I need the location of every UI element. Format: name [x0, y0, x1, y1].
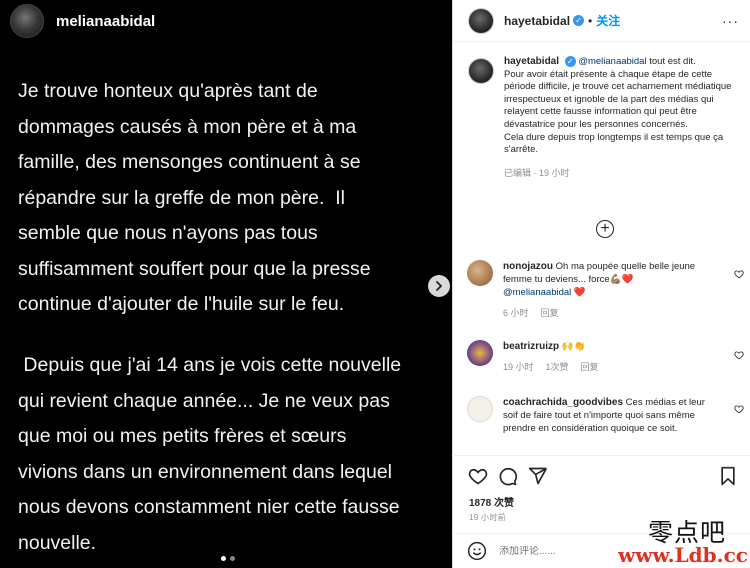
more-options-icon[interactable]: ···: [722, 13, 739, 29]
verified-badge-icon: ✓: [573, 15, 585, 26]
comment-body: coachrachida_goodvibes Ces médias et leu…: [503, 396, 713, 435]
story-paragraph-2: Depuis que j'ai 14 ans je vois cette nou…: [18, 354, 402, 554]
commenter-username[interactable]: nonojazou: [503, 261, 553, 272]
author-avatar[interactable]: [468, 7, 494, 34]
commenter-avatar[interactable]: [467, 260, 493, 286]
caption-meta: 已编辑 · 19 小时: [504, 167, 570, 178]
caption-avatar[interactable]: [468, 58, 494, 84]
comment-like-heart-icon[interactable]: [734, 266, 744, 279]
post-actions-bar: [452, 455, 750, 495]
commenter-username[interactable]: beatrizruizp: [503, 341, 559, 352]
comment-time: 19 小时: [503, 362, 534, 372]
comment-item: nonojazou Oh ma poupée quelle belle jeun…: [467, 260, 742, 320]
bookmark-icon[interactable]: [718, 466, 738, 486]
comment-text-tail: ❤️: [571, 287, 586, 298]
caption-text-lead: tout est dit.: [646, 56, 696, 68]
commenter-avatar[interactable]: [467, 340, 493, 366]
reply-button[interactable]: 回复: [541, 307, 559, 320]
comment-meta: 6 小时 回复: [503, 307, 713, 320]
comment-icon[interactable]: [498, 466, 518, 486]
comment-mention-link[interactable]: @melianaabidal: [503, 287, 571, 298]
story-avatar[interactable]: [10, 4, 44, 38]
author-username[interactable]: hayetabidal: [504, 14, 570, 28]
caption-mention-link[interactable]: @melianaabidal: [578, 56, 646, 67]
comment-item: coachrachida_goodvibes Ces médias et leu…: [467, 396, 742, 435]
comment-item: beatrizruizp 🙌👏 19 小时 1次赞 回复: [467, 340, 742, 374]
header-separator: •: [588, 13, 593, 28]
comment-likes[interactable]: 1次赞: [546, 361, 569, 374]
story-header: melianaabidal: [10, 4, 155, 38]
share-icon[interactable]: [528, 466, 548, 486]
caption-text: Pour avoir était présente à chaque étape…: [504, 68, 732, 156]
comment-time: 6 小时: [503, 308, 529, 318]
comment-like-heart-icon[interactable]: [734, 401, 744, 414]
post-image-panel: melianaabidal Je trouve honteux qu'après…: [0, 0, 452, 568]
caption-body: hayetabidal ✓ @melianaabidal tout est di…: [504, 56, 743, 179]
comment-body: beatrizruizp 🙌👏 19 小时 1次赞 回复: [503, 340, 713, 374]
likes-count[interactable]: 1878 次赞: [469, 494, 514, 509]
verified-badge-icon: ✓: [564, 56, 576, 67]
comment-like-heart-icon[interactable]: [734, 347, 744, 360]
comment-text: 🙌👏: [559, 341, 586, 352]
story-username[interactable]: melianaabidal: [56, 13, 155, 30]
post-header: hayetabidal ✓ • 关注 ···: [453, 0, 750, 42]
reply-button[interactable]: 回复: [581, 361, 599, 374]
chevron-right-icon: [436, 281, 442, 291]
story-paragraph-1: Je trouve honteux qu'après tant de domma…: [18, 80, 371, 315]
comment-meta: 19 小时 1次赞 回复: [503, 361, 713, 374]
instagram-post-view: melianaabidal Je trouve honteux qu'après…: [0, 0, 750, 568]
plus-icon: +: [600, 220, 610, 237]
heart-icon[interactable]: [468, 466, 488, 486]
commenter-avatar[interactable]: [467, 396, 493, 422]
load-more-comments-button[interactable]: +: [596, 220, 614, 238]
add-comment-input[interactable]: [499, 545, 629, 557]
carousel-dots: [221, 556, 235, 561]
carousel-dot-2: [230, 556, 235, 561]
post-timestamp: 19 小时前: [469, 513, 506, 522]
carousel-dot-1: [221, 556, 226, 561]
watermark-url: www.Ldb.cc: [618, 543, 748, 567]
post-caption: hayetabidal ✓ @melianaabidal tout est di…: [468, 56, 743, 179]
smiley-icon[interactable]: [467, 541, 487, 561]
comment-body: nonojazou Oh ma poupée quelle belle jeun…: [503, 260, 713, 320]
next-slide-button[interactable]: [428, 275, 450, 297]
follow-button[interactable]: 关注: [596, 12, 620, 29]
commenter-username[interactable]: coachrachida_goodvibes: [503, 397, 623, 408]
caption-username[interactable]: hayetabidal: [504, 56, 559, 67]
